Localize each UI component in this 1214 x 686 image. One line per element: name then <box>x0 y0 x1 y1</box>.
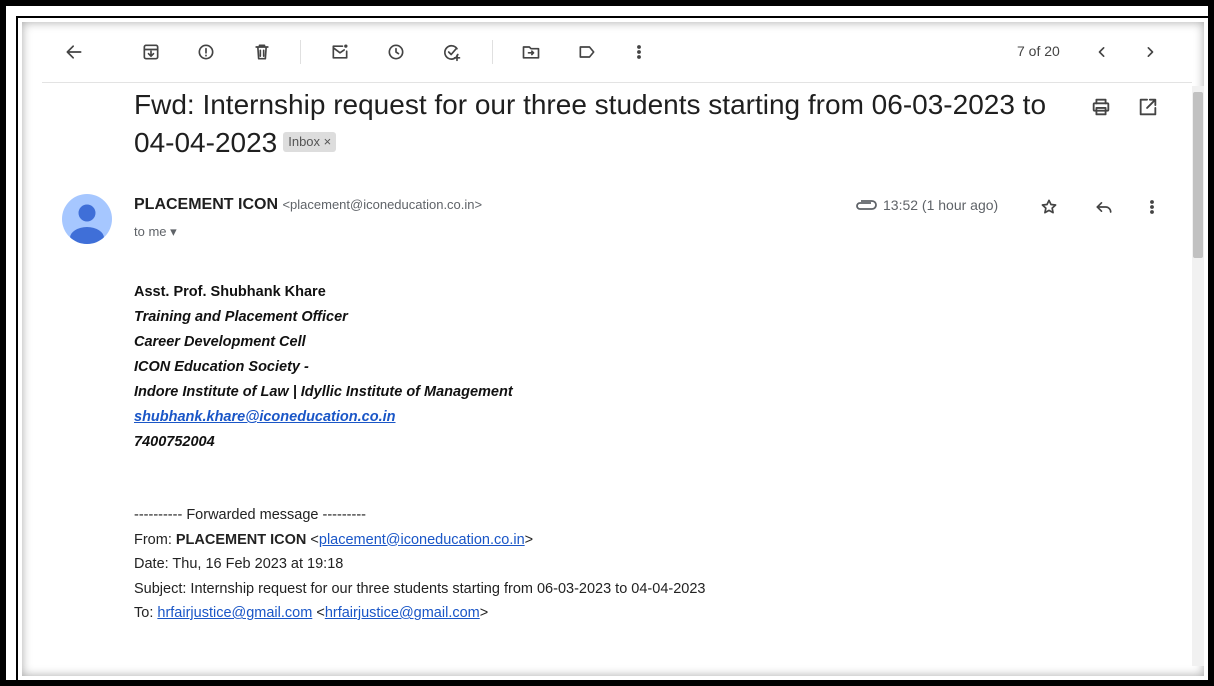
from-label: From: <box>134 531 176 548</box>
attachment-icon <box>856 200 877 210</box>
forwarded-subject: Subject: Internship request for our thre… <box>134 580 706 597</box>
delete-icon[interactable] <box>250 40 274 64</box>
archive-icon[interactable] <box>139 40 163 64</box>
forwarded-to: To: hrfairjustice@gmail.com <hrfairjusti… <box>134 605 489 621</box>
forwarded-message: ---------- Forwarded message --------- F… <box>134 503 705 626</box>
signature-name: Asst. Prof. Shubhank Khare <box>134 284 326 300</box>
inner-frame: 7 of 20 Fwd: Internship request for our … <box>16 16 1210 682</box>
recipient-dropdown[interactable]: to me ▾ <box>134 224 177 240</box>
label-icon[interactable] <box>575 40 599 64</box>
report-spam-icon[interactable] <box>194 40 218 64</box>
open-in-new-window-icon[interactable] <box>1137 96 1161 120</box>
email-meta: 13:52 (1 hour ago) <box>855 197 998 213</box>
move-to-icon[interactable] <box>519 40 543 64</box>
signature-dept: Career Development Cell <box>134 334 306 350</box>
email-toolbar: 7 of 20 <box>22 22 1192 82</box>
scrollbar-thumb[interactable] <box>1193 92 1203 258</box>
person-icon <box>70 204 104 244</box>
from-name: PLACEMENT ICON <box>175 531 307 548</box>
to-email-link-angle[interactable]: hrfairjustice@gmail.com <box>325 605 480 621</box>
sender-line: PLACEMENT ICON <placement@iconeducation.… <box>134 196 482 214</box>
signature-email-link[interactable]: shubhank.khare@iconeducation.co.in <box>134 409 396 425</box>
back-arrow-icon[interactable] <box>62 40 86 64</box>
reply-icon[interactable] <box>1094 197 1118 221</box>
chevron-right-icon[interactable] <box>1138 40 1162 64</box>
outer-frame: 7 of 20 Fwd: Internship request for our … <box>0 0 1214 686</box>
add-task-icon[interactable] <box>440 40 464 64</box>
signature-institutes: Indore Institute of Law | Idyllic Instit… <box>134 384 513 400</box>
forwarded-from: From: PLACEMENT ICON <placement@iconeduc… <box>134 531 534 548</box>
chevron-left-icon[interactable] <box>1090 40 1114 64</box>
email-signature: Asst. Prof. Shubhank Khare Training and … <box>134 280 513 455</box>
subject-text: Fwd: Internship request for our three st… <box>134 89 1047 158</box>
to-label: To: <box>134 605 158 621</box>
from-email-link[interactable]: placement@iconeducation.co.in <box>319 532 525 548</box>
sender-name[interactable]: PLACEMENT ICON <box>134 196 278 213</box>
signature-phone: 7400752004 <box>134 434 215 450</box>
inbox-label-chip[interactable]: Inbox × <box>283 131 337 152</box>
toolbar-divider <box>492 40 493 64</box>
email-view: 7 of 20 Fwd: Internship request for our … <box>22 22 1204 676</box>
avatar[interactable] <box>62 194 112 244</box>
email-subject: Fwd: Internship request for our three st… <box>134 86 1084 162</box>
mark-unread-icon[interactable] <box>328 40 352 64</box>
forwarded-date: Date: Thu, 16 Feb 2023 at 19:18 <box>134 556 344 572</box>
pager-count: 7 of 20 <box>1017 43 1060 59</box>
toolbar-divider <box>300 40 301 64</box>
to-email-link[interactable]: hrfairjustice@gmail.com <box>157 605 312 621</box>
snooze-icon[interactable] <box>384 40 408 64</box>
sender-email: <placement@iconeducation.co.in> <box>282 197 483 212</box>
more-options-icon[interactable] <box>1142 197 1166 221</box>
forwarded-header: ---------- Forwarded message --------- <box>134 507 366 523</box>
signature-title: Training and Placement Officer <box>134 309 348 325</box>
print-icon[interactable] <box>1090 96 1114 120</box>
more-vert-icon[interactable] <box>627 40 651 64</box>
toolbar-divider-line <box>42 82 1192 83</box>
signature-org: ICON Education Society - <box>134 359 309 375</box>
email-time: 13:52 (1 hour ago) <box>883 197 999 213</box>
star-icon[interactable] <box>1039 197 1063 221</box>
